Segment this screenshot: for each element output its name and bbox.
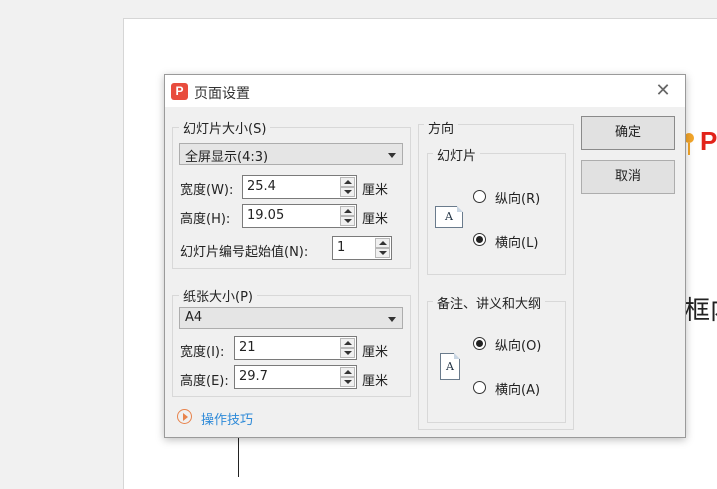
chevron-down-icon xyxy=(388,317,396,322)
start-number-input[interactable]: 1 xyxy=(332,236,392,260)
spin-up-icon[interactable] xyxy=(340,367,355,377)
spin-up-icon[interactable] xyxy=(340,177,355,187)
cancel-button[interactable]: 取消 xyxy=(581,160,675,194)
spin-up-icon[interactable] xyxy=(340,338,355,348)
spin-down-icon[interactable] xyxy=(340,216,355,226)
wps-presentation-icon: P xyxy=(171,83,188,100)
paper-width-value: 21 xyxy=(239,340,256,355)
paper-height-label: 高度(E): xyxy=(180,374,229,389)
notes-portrait-label[interactable]: 纵向(O) xyxy=(495,335,541,354)
dialog-title: 页面设置 xyxy=(194,86,250,102)
slide-size-legend: 幻灯片大小(S) xyxy=(179,118,271,137)
slide-height-unit: 厘米 xyxy=(362,212,389,227)
paper-width-unit: 厘米 xyxy=(362,345,389,360)
spin-down-icon[interactable] xyxy=(340,377,355,387)
chevron-down-icon xyxy=(388,153,396,158)
spin-down-icon[interactable] xyxy=(375,248,390,258)
close-icon[interactable]: ✕ xyxy=(651,81,675,101)
start-number-stepper xyxy=(375,238,390,258)
orientation-legend: 方向 xyxy=(424,118,459,137)
slide-height-label: 高度(H): xyxy=(180,212,231,227)
spin-up-icon[interactable] xyxy=(340,206,355,216)
paper-height-input[interactable]: 29.7 xyxy=(234,365,357,389)
notes-orientation-legend: 备注、讲义和大纲 xyxy=(433,293,546,312)
paper-size-select[interactable]: A4 xyxy=(179,307,403,329)
spin-down-icon[interactable] xyxy=(340,187,355,197)
slides-landscape-label[interactable]: 横向(L) xyxy=(495,232,538,251)
start-number-value: 1 xyxy=(337,240,346,255)
slide-width-unit: 厘米 xyxy=(362,183,389,198)
play-circle-icon[interactable] xyxy=(177,409,192,424)
paper-height-stepper xyxy=(340,367,355,387)
paper-width-stepper xyxy=(340,338,355,358)
brand-letter: P xyxy=(700,126,717,156)
slide-size-select[interactable]: 全屏显示(4:3) xyxy=(179,143,403,165)
slide-width-input[interactable]: 25.4 xyxy=(242,175,357,199)
ok-button[interactable]: 确定 xyxy=(581,116,675,150)
slide-width-stepper xyxy=(340,177,355,197)
spin-up-icon[interactable] xyxy=(375,238,390,248)
portrait-page-icon: A xyxy=(440,353,460,380)
paper-height-unit: 厘米 xyxy=(362,374,389,389)
slide-size-value: 全屏显示(4:3) xyxy=(185,150,269,165)
brand-dot-stem xyxy=(688,143,690,155)
slides-portrait-label[interactable]: 纵向(R) xyxy=(495,188,540,207)
slide-height-stepper xyxy=(340,206,355,226)
slide-height-value: 19.05 xyxy=(247,208,285,223)
page-setup-dialog: P 页面设置 ✕ 幻灯片大小(S) 全屏显示(4:3) 宽度(W): 25.4 … xyxy=(164,74,686,438)
slide-width-value: 25.4 xyxy=(247,179,276,194)
notes-portrait-radio[interactable] xyxy=(473,337,486,350)
landscape-page-letter: A xyxy=(445,210,453,223)
landscape-page-icon: A xyxy=(435,206,463,228)
slide-width-label: 宽度(W): xyxy=(180,183,234,198)
slides-portrait-radio[interactable] xyxy=(473,190,486,203)
notes-landscape-label[interactable]: 横向(A) xyxy=(495,379,540,398)
page-fold xyxy=(454,353,460,359)
notes-landscape-radio[interactable] xyxy=(473,381,486,394)
paper-width-input[interactable]: 21 xyxy=(234,336,357,360)
tips-link[interactable]: 操作技巧 xyxy=(201,409,253,428)
paper-width-label: 宽度(I): xyxy=(180,345,225,360)
slide-text-fragment: 框内 xyxy=(684,296,717,326)
dialog-titlebar[interactable]: P 页面设置 ✕ xyxy=(165,75,685,107)
slides-orientation-legend: 幻灯片 xyxy=(433,145,481,164)
paper-height-value: 29.7 xyxy=(239,369,268,384)
paper-size-legend: 纸张大小(P) xyxy=(179,286,257,305)
paper-size-value: A4 xyxy=(185,310,203,325)
spin-down-icon[interactable] xyxy=(340,348,355,358)
portrait-page-letter: A xyxy=(446,360,454,373)
page-fold xyxy=(457,206,463,212)
slide-height-input[interactable]: 19.05 xyxy=(242,204,357,228)
start-number-label: 幻灯片编号起始值(N): xyxy=(180,245,309,260)
slides-landscape-radio[interactable] xyxy=(473,233,486,246)
